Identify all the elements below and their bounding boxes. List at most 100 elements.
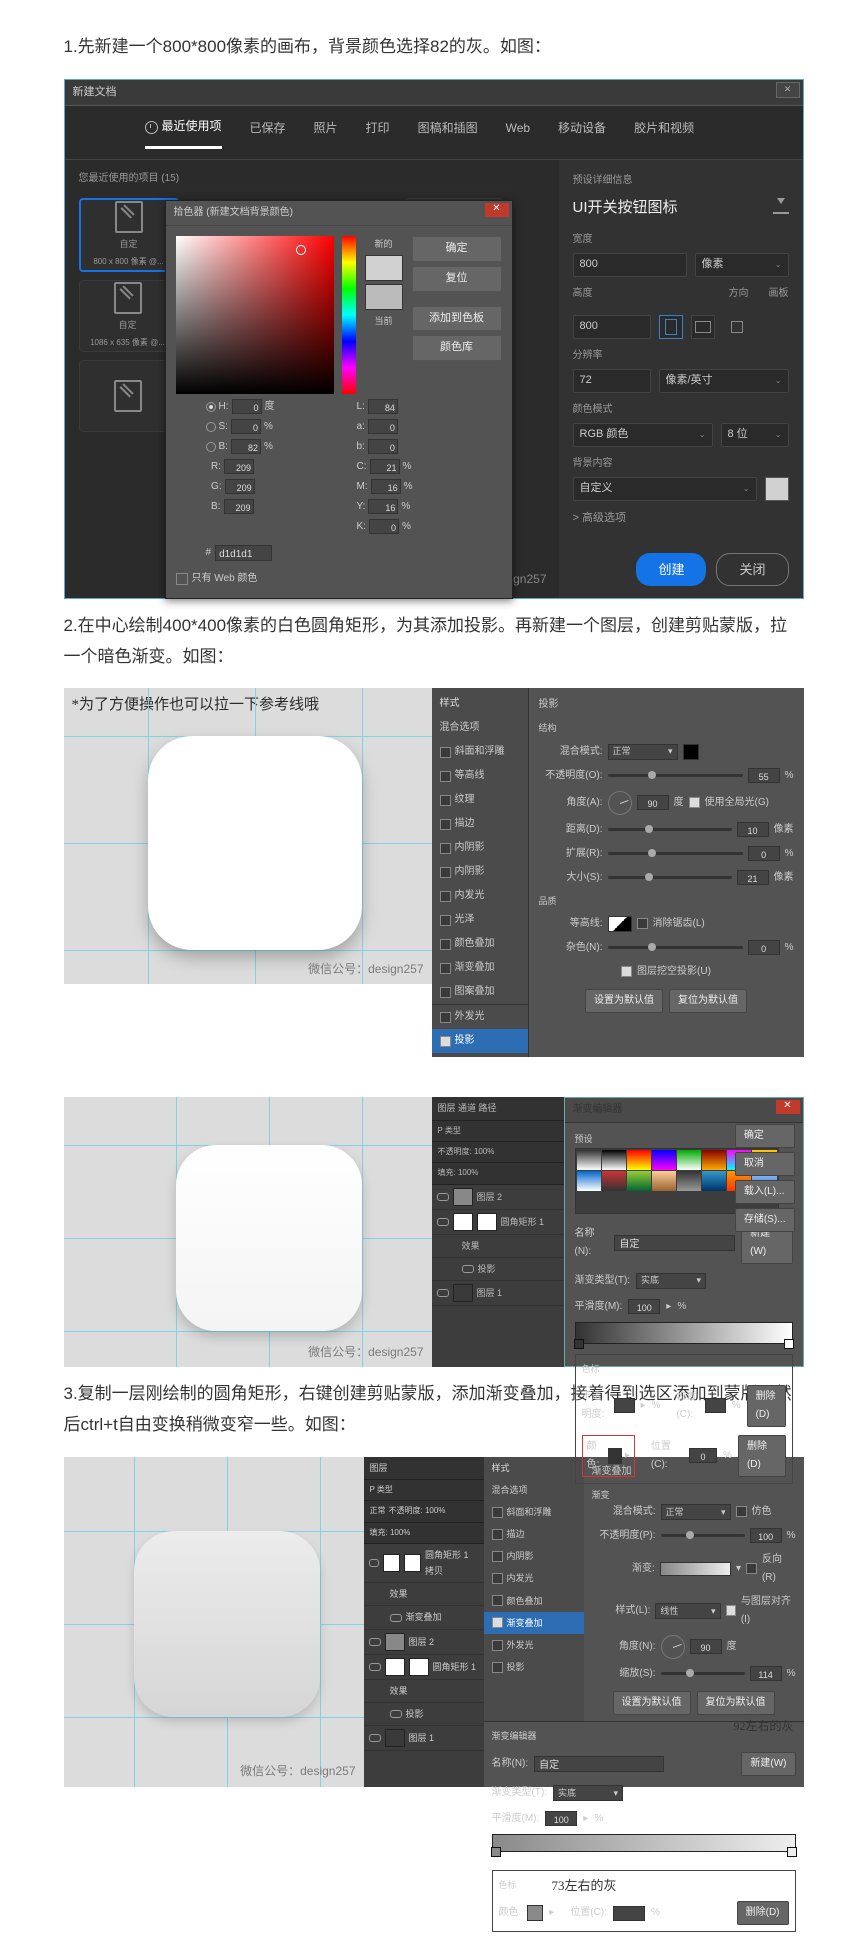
cancel-button[interactable]: 取消 — [735, 1152, 795, 1176]
gradient-bar[interactable] — [575, 1322, 793, 1344]
h-input[interactable]: 0 — [232, 399, 262, 414]
close-button[interactable]: 关闭 — [716, 553, 788, 586]
s-input[interactable]: 0 — [231, 419, 261, 434]
blend-mode-select[interactable]: 正常▾ — [661, 1504, 731, 1520]
eye-icon[interactable] — [369, 1638, 381, 1646]
save-button[interactable]: 存储(S)... — [735, 1208, 795, 1232]
preset-custom-3[interactable] — [79, 360, 177, 432]
distance-slider[interactable] — [608, 828, 732, 831]
scale-input[interactable]: 114 — [750, 1666, 782, 1681]
shadow-color-swatch[interactable] — [683, 744, 699, 760]
orientation-landscape[interactable] — [691, 315, 715, 339]
global-light-checkbox[interactable] — [689, 797, 700, 808]
layer-row[interactable]: 图层 1 — [432, 1281, 564, 1306]
width-input[interactable]: 800 — [573, 253, 687, 277]
saturation-field[interactable] — [176, 236, 334, 394]
c-input[interactable]: 21 — [370, 459, 400, 474]
tab-art[interactable]: 图稿和插图 — [418, 116, 478, 149]
layer-row[interactable]: 圆角矩形 1 拷贝 — [364, 1544, 484, 1583]
r-input[interactable]: 209 — [224, 459, 254, 474]
tab-web[interactable]: Web — [506, 116, 530, 149]
gradient-stop[interactable] — [574, 1339, 584, 1349]
add-swatch-button[interactable]: 添加到色板 — [412, 306, 502, 332]
hex-input[interactable]: d1d1d1 — [215, 545, 272, 561]
ok-button[interactable]: 确定 — [735, 1124, 795, 1148]
position-input[interactable]: 0 — [689, 1448, 717, 1463]
advanced-toggle[interactable]: > 高级选项 — [573, 509, 789, 529]
color-lib-button[interactable]: 颜色库 — [412, 335, 502, 361]
smoothness-input[interactable]: 100 — [628, 1299, 660, 1314]
fx-gradient-overlay[interactable]: 渐变叠加 — [484, 1612, 584, 1634]
gradient-type-select[interactable]: 实底▾ — [636, 1273, 706, 1289]
bg-color-swatch[interactable] — [765, 477, 789, 501]
eye-icon[interactable] — [369, 1663, 381, 1671]
radio-b[interactable] — [206, 442, 216, 452]
eye-icon[interactable] — [437, 1289, 449, 1297]
save-preset-icon[interactable] — [773, 200, 789, 214]
fx-item[interactable]: 内阴影 — [432, 860, 528, 884]
reset-default-button[interactable]: 复位为默认值 — [697, 1691, 775, 1715]
b-input[interactable]: 82 — [231, 439, 261, 454]
height-input[interactable]: 800 — [573, 315, 651, 339]
gradient-stop[interactable] — [787, 1847, 797, 1857]
opacity-slider[interactable] — [608, 774, 743, 777]
fx-item[interactable]: 纹理 — [432, 788, 528, 812]
layer-fx[interactable]: 投影 — [364, 1703, 484, 1726]
layer-fx[interactable]: 效果 — [364, 1680, 484, 1703]
y-input[interactable]: 16 — [368, 499, 398, 514]
size-input[interactable]: 21 — [737, 870, 769, 885]
tab-print[interactable]: 打印 — [366, 116, 390, 149]
layer-row[interactable]: 图层 2 — [432, 1185, 564, 1210]
delete-button[interactable]: 删除(D) — [737, 1901, 789, 1925]
stop-color-swatch[interactable] — [608, 1448, 622, 1464]
resolution-input[interactable]: 72 — [573, 369, 651, 393]
ok-button[interactable]: 确定 — [412, 236, 502, 262]
preset-custom-1[interactable]: 自定 800 x 800 像素 @... — [79, 198, 179, 272]
bb-input[interactable]: 0 — [368, 439, 398, 454]
close-icon[interactable]: ✕ — [776, 82, 800, 98]
opacity-input[interactable]: 100 — [750, 1528, 782, 1543]
bit-depth-select[interactable]: 8 位⌄ — [721, 423, 789, 447]
fx-item[interactable]: 等高线 — [432, 764, 528, 788]
layer-panel-tabs[interactable]: 图层 通道 路径 — [432, 1097, 564, 1120]
distance-input[interactable]: 10 — [737, 822, 769, 837]
fx-item[interactable]: 光泽 — [432, 908, 528, 932]
layer-row[interactable]: 圆角矩形 1 — [432, 1210, 564, 1235]
opacity-slider[interactable] — [661, 1534, 745, 1537]
gradient-stop[interactable] — [491, 1847, 501, 1857]
layer-row[interactable]: 图层 2 — [364, 1630, 484, 1655]
color-mode-select[interactable]: RGB 颜色⌄ — [573, 423, 713, 447]
eye-icon[interactable] — [390, 1614, 402, 1622]
noise-input[interactable]: 0 — [748, 940, 780, 955]
layer-row[interactable]: 圆角矩形 1 — [364, 1655, 484, 1680]
eye-icon[interactable] — [462, 1265, 474, 1273]
size-slider[interactable] — [608, 876, 732, 879]
resolution-unit-select[interactable]: 像素/英寸⌄ — [659, 369, 789, 393]
dither-checkbox[interactable] — [736, 1506, 747, 1517]
eye-icon[interactable] — [437, 1218, 449, 1226]
gradient-bar[interactable] — [492, 1834, 796, 1852]
blend-mode-select[interactable]: 正常▾ — [608, 744, 678, 760]
delete-button[interactable]: 删除(D) — [738, 1435, 786, 1477]
m-input[interactable]: 16 — [371, 479, 401, 494]
artboard-checkbox[interactable] — [731, 321, 743, 333]
smoothness-input[interactable]: 100 — [545, 1811, 577, 1826]
make-default-button[interactable]: 设置为默认值 — [613, 1691, 691, 1715]
tab-photo[interactable]: 照片 — [314, 116, 338, 149]
cancel-button[interactable]: 复位 — [412, 266, 502, 292]
contour-picker[interactable] — [608, 916, 632, 932]
bg-select[interactable]: 自定义⌄ — [573, 477, 757, 501]
scale-slider[interactable] — [661, 1672, 745, 1675]
hue-slider[interactable] — [342, 236, 356, 394]
close-icon[interactable]: ✕ — [776, 1100, 800, 1114]
bv-input[interactable]: 209 — [224, 499, 254, 514]
g-input[interactable]: 209 — [225, 479, 255, 494]
radio-s[interactable] — [206, 422, 216, 432]
opacity-input[interactable]: 55 — [748, 768, 780, 783]
angle-dial[interactable] — [608, 791, 632, 815]
l-input[interactable]: 84 — [368, 399, 398, 414]
tab-mobile[interactable]: 移动设备 — [558, 116, 606, 149]
reset-default-button[interactable]: 复位为默认值 — [669, 989, 747, 1013]
antialias-checkbox[interactable] — [637, 918, 648, 929]
knockout-checkbox[interactable] — [621, 966, 632, 977]
